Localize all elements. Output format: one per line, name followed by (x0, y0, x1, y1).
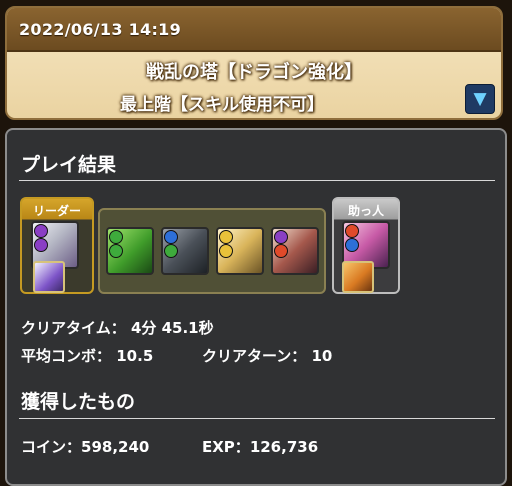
exp-value: 126,736 (249, 438, 319, 456)
helper-assist-icon[interactable] (342, 261, 374, 293)
dungeon-name: 戦乱の塔【ドラゴン強化】 (146, 62, 362, 83)
result-panel: プレイ結果 リーダー 助っ人 クリアタイム： 4分 45.1秒 平均コンボ： 1… (5, 128, 507, 486)
section-title-rewards: 獲得したもの (21, 391, 136, 413)
light-orb-icon (219, 230, 233, 244)
section-title-result: プレイ結果 (21, 154, 117, 176)
wood-orb-icon (164, 244, 178, 258)
divider (19, 418, 495, 419)
clear-turn: クリアターン： 10 (202, 345, 332, 366)
light-orb-icon (219, 244, 233, 258)
chevron-down-icon: ▼ (473, 89, 487, 109)
clear-turn-value: 10 (311, 347, 333, 365)
timestamp: 2022/06/13 14:19 (7, 8, 501, 52)
exp-label: EXP： (202, 438, 250, 456)
helper-label: 助っ人 (347, 204, 384, 218)
water-orb-icon (345, 238, 359, 252)
sub-members (98, 208, 326, 294)
leader-slot[interactable]: リーダー (20, 197, 94, 294)
water-orb-icon (164, 230, 178, 244)
helper-slot[interactable]: 助っ人 (332, 197, 400, 294)
avg-combo-value: 10.5 (116, 347, 154, 365)
sub-monster-4-icon[interactable] (271, 227, 319, 275)
fire-orb-icon (345, 224, 359, 238)
coin-label: コイン： (21, 438, 82, 456)
dark-orb-icon (34, 238, 48, 252)
sub-monster-1-icon[interactable] (106, 227, 154, 275)
clear-time: クリアタイム： 4分 45.1秒 (21, 317, 214, 338)
sub-monster-3-icon[interactable] (216, 227, 264, 275)
divider (19, 180, 495, 181)
avg-combo-label: 平均コンボ： (21, 347, 112, 365)
sub-monster-2-icon[interactable] (161, 227, 209, 275)
dark-orb-icon (34, 224, 48, 238)
dark-orb-icon (274, 230, 288, 244)
leader-assist-icon[interactable] (33, 261, 65, 293)
wood-orb-icon (109, 244, 123, 258)
coin-value: 598,240 (81, 438, 150, 456)
clear-time-label: クリアタイム： (21, 319, 126, 337)
avg-combo: 平均コンボ： 10.5 (21, 345, 153, 366)
clear-turn-label: クリアターン： (202, 347, 307, 365)
coins: コイン：598,240 (21, 436, 149, 457)
wood-orb-icon (109, 230, 123, 244)
leader-label: リーダー (32, 204, 81, 218)
clear-time-value: 4分 45.1秒 (130, 319, 214, 337)
fire-orb-icon (274, 244, 288, 258)
exp: EXP：126,736 (202, 436, 318, 457)
dungeon-header: 2022/06/13 14:19 戦乱の塔【ドラゴン強化】 最上階【スキル使用不… (5, 6, 503, 120)
floor-name: 最上階【スキル使用不可】 (120, 95, 324, 115)
dropdown-button[interactable]: ▼ (465, 84, 495, 114)
